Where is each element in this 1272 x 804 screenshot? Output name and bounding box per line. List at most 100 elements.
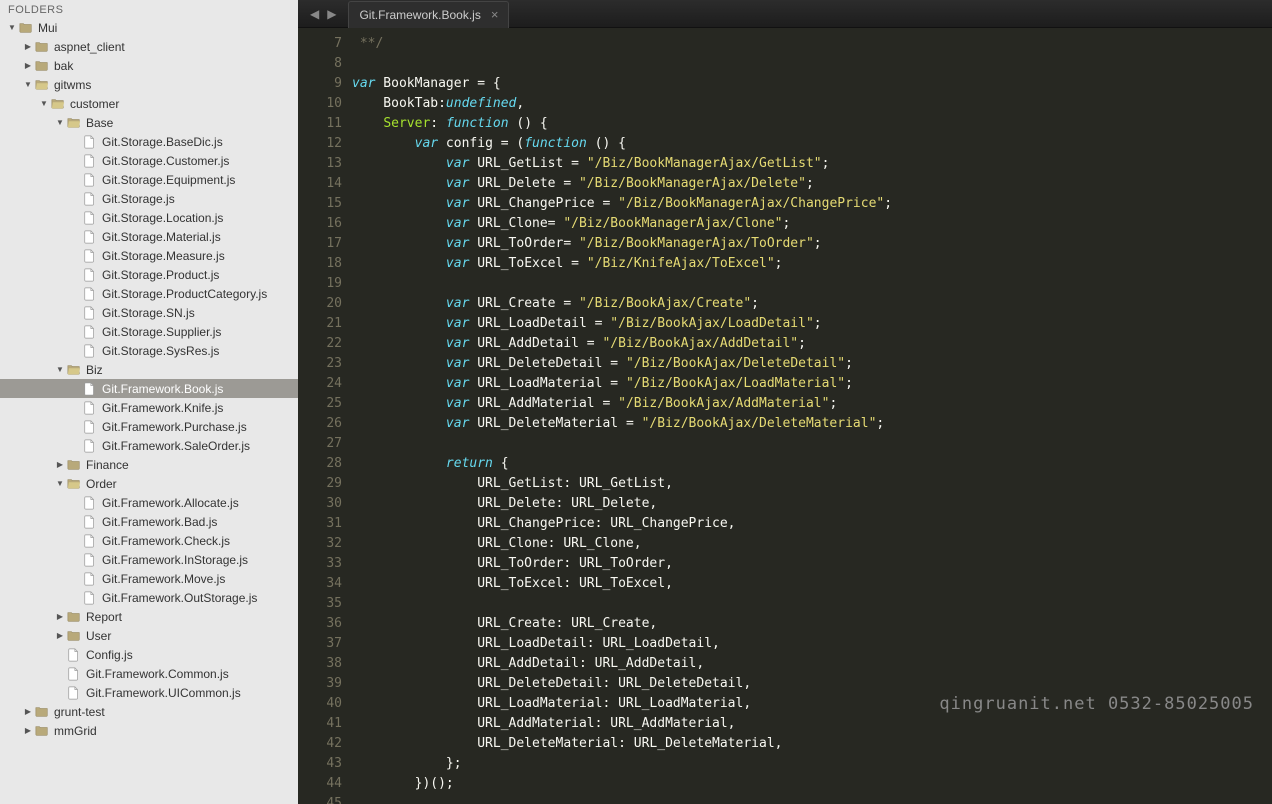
chevron-down-icon[interactable] xyxy=(22,79,34,90)
file-item[interactable]: Git.Framework.Allocate.js xyxy=(0,493,298,512)
line-number: 28 xyxy=(298,454,342,474)
tree-label: Git.Framework.Purchase.js xyxy=(102,420,247,434)
folder-item[interactable]: User xyxy=(0,626,298,645)
code-line: var URL_AddDetail = "/Biz/BookAjax/AddDe… xyxy=(352,334,1272,354)
code-area[interactable]: 7891011121314151617181920212223242526272… xyxy=(298,28,1272,804)
tree-label: Git.Framework.Common.js xyxy=(86,667,229,681)
code-content[interactable]: **/ var BookManager = { BookTab:undefine… xyxy=(352,28,1272,804)
chevron-down-icon[interactable] xyxy=(54,478,66,489)
folder-item[interactable]: customer xyxy=(0,94,298,113)
folder-open-icon xyxy=(34,77,50,93)
line-number: 12 xyxy=(298,134,342,154)
tree-label: Base xyxy=(86,116,113,130)
folder-icon xyxy=(66,609,82,625)
chevron-down-icon[interactable] xyxy=(54,364,66,375)
code-line xyxy=(352,794,1272,804)
chevron-down-icon[interactable] xyxy=(54,117,66,128)
folder-item[interactable]: Biz xyxy=(0,360,298,379)
code-line: var BookManager = { xyxy=(352,74,1272,94)
file-icon xyxy=(82,343,98,359)
file-item[interactable]: Git.Framework.Common.js xyxy=(0,664,298,683)
line-number: 38 xyxy=(298,654,342,674)
code-line: var URL_AddMaterial = "/Biz/BookAjax/Add… xyxy=(352,394,1272,414)
code-line: URL_LoadMaterial: URL_LoadMaterial, xyxy=(352,694,1272,714)
folder-item[interactable]: aspnet_client xyxy=(0,37,298,56)
line-number: 41 xyxy=(298,714,342,734)
file-item[interactable]: Git.Storage.SN.js xyxy=(0,303,298,322)
file-icon xyxy=(82,381,98,397)
file-item[interactable]: Git.Framework.UICommon.js xyxy=(0,683,298,702)
code-line xyxy=(352,274,1272,294)
chevron-right-icon xyxy=(22,706,34,717)
sidebar: FOLDERS Muiaspnet_clientbakgitwmscustome… xyxy=(0,0,298,804)
folder-item[interactable]: gitwms xyxy=(0,75,298,94)
code-line xyxy=(352,594,1272,614)
file-item[interactable]: Git.Framework.Move.js xyxy=(0,569,298,588)
line-number: 33 xyxy=(298,554,342,574)
file-item[interactable]: Git.Framework.InStorage.js xyxy=(0,550,298,569)
chevron-down-icon[interactable] xyxy=(38,98,50,109)
folder-item[interactable]: bak xyxy=(0,56,298,75)
tree-label: Git.Storage.Location.js xyxy=(102,211,223,225)
folder-item[interactable]: grunt-test xyxy=(0,702,298,721)
file-item[interactable]: Config.js xyxy=(0,645,298,664)
code-line: var URL_GetList = "/Biz/BookManagerAjax/… xyxy=(352,154,1272,174)
tree-label: Git.Storage.js xyxy=(102,192,175,206)
file-item[interactable]: Git.Framework.Bad.js xyxy=(0,512,298,531)
nav-back-icon[interactable]: ◀ xyxy=(306,7,323,21)
chevron-down-icon[interactable] xyxy=(6,22,18,33)
code-line: var URL_DeleteDetail = "/Biz/BookAjax/De… xyxy=(352,354,1272,374)
code-line: var config = (function () { xyxy=(352,134,1272,154)
tree-label: Git.Storage.Measure.js xyxy=(102,249,225,263)
file-item[interactable]: Git.Storage.Product.js xyxy=(0,265,298,284)
code-line: var URL_ToOrder= "/Biz/BookManagerAjax/T… xyxy=(352,234,1272,254)
folder-item[interactable]: Mui xyxy=(0,18,298,37)
folder-icon xyxy=(66,457,82,473)
file-icon xyxy=(82,248,98,264)
folder-item[interactable]: Base xyxy=(0,113,298,132)
file-icon xyxy=(82,552,98,568)
file-item[interactable]: Git.Storage.Equipment.js xyxy=(0,170,298,189)
nav-forward-icon[interactable]: ▶ xyxy=(323,7,340,21)
line-number: 11 xyxy=(298,114,342,134)
folder-item[interactable]: mmGrid xyxy=(0,721,298,740)
file-icon xyxy=(82,495,98,511)
file-item[interactable]: Git.Storage.Customer.js xyxy=(0,151,298,170)
folder-item[interactable]: Finance xyxy=(0,455,298,474)
file-item[interactable]: Git.Framework.Book.js xyxy=(0,379,298,398)
file-item[interactable]: Git.Framework.Knife.js xyxy=(0,398,298,417)
file-item[interactable]: Git.Storage.js xyxy=(0,189,298,208)
file-item[interactable]: Git.Storage.Measure.js xyxy=(0,246,298,265)
file-icon xyxy=(66,685,82,701)
tab-active[interactable]: Git.Framework.Book.js × xyxy=(348,1,509,28)
folder-item[interactable]: Order xyxy=(0,474,298,493)
file-item[interactable]: Git.Framework.OutStorage.js xyxy=(0,588,298,607)
file-item[interactable]: Git.Storage.Supplier.js xyxy=(0,322,298,341)
tree-label: Git.Framework.Bad.js xyxy=(102,515,217,529)
tree-label: Git.Storage.Customer.js xyxy=(102,154,229,168)
line-number: 29 xyxy=(298,474,342,494)
nav-arrows: ◀ ▶ xyxy=(298,7,348,21)
folder-icon xyxy=(66,628,82,644)
file-item[interactable]: Git.Storage.ProductCategory.js xyxy=(0,284,298,303)
file-item[interactable]: Git.Storage.BaseDic.js xyxy=(0,132,298,151)
file-item[interactable]: Git.Storage.Location.js xyxy=(0,208,298,227)
file-icon xyxy=(82,286,98,302)
chevron-right-icon xyxy=(22,725,34,736)
code-line: })(); xyxy=(352,774,1272,794)
line-number: 13 xyxy=(298,154,342,174)
line-number: 44 xyxy=(298,774,342,794)
tree-label: gitwms xyxy=(54,78,91,92)
close-icon[interactable]: × xyxy=(491,7,499,22)
file-item[interactable]: Git.Framework.SaleOrder.js xyxy=(0,436,298,455)
tree-label: Git.Framework.UICommon.js xyxy=(86,686,241,700)
file-item[interactable]: Git.Storage.Material.js xyxy=(0,227,298,246)
file-icon xyxy=(82,438,98,454)
tree-label: Git.Framework.Check.js xyxy=(102,534,230,548)
file-item[interactable]: Git.Framework.Check.js xyxy=(0,531,298,550)
code-line: Server: function () { xyxy=(352,114,1272,134)
file-item[interactable]: Git.Storage.SysRes.js xyxy=(0,341,298,360)
file-icon xyxy=(82,191,98,207)
file-item[interactable]: Git.Framework.Purchase.js xyxy=(0,417,298,436)
folder-item[interactable]: Report xyxy=(0,607,298,626)
